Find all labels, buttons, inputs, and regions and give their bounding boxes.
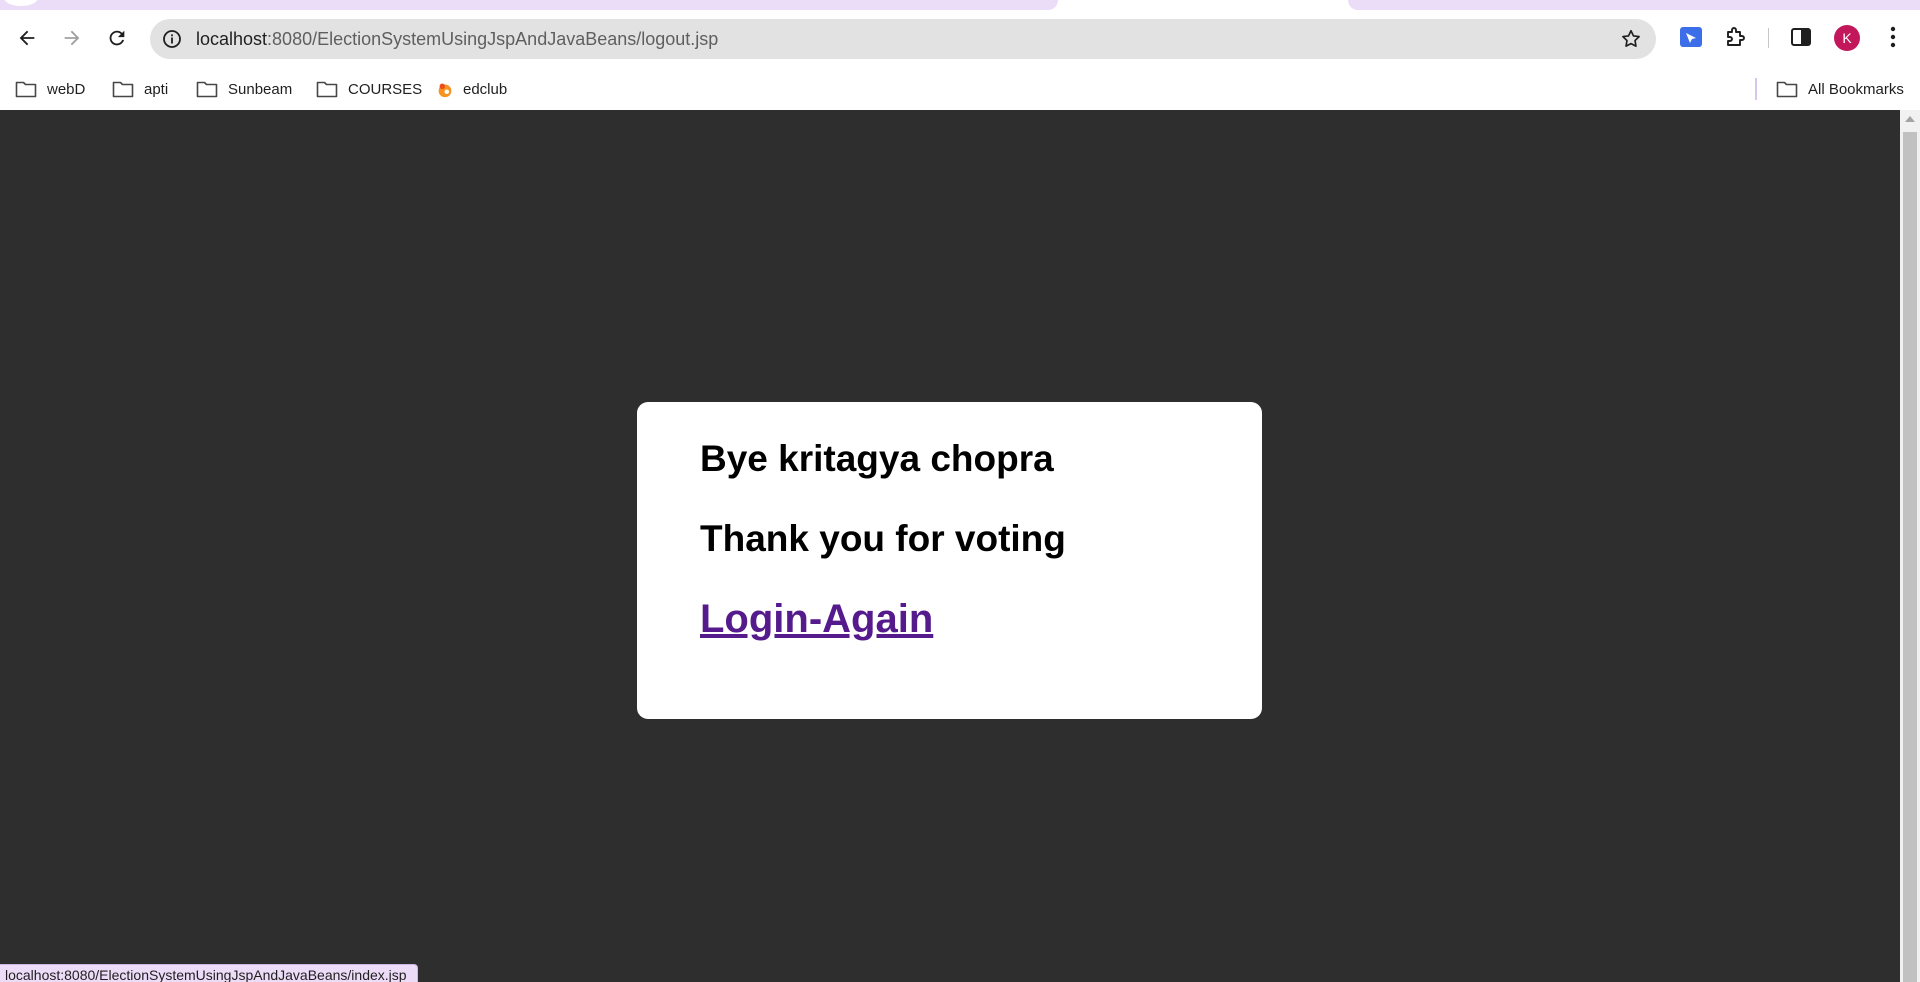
logout-card: Bye kritagya chopra Thank you for voting… <box>637 402 1262 719</box>
bookmark-label: Sunbeam <box>228 80 293 98</box>
folder-icon <box>15 81 37 98</box>
side-panel-icon[interactable] <box>1786 22 1816 52</box>
login-again-link[interactable]: Login-Again <box>700 597 933 642</box>
forward-button[interactable] <box>54 20 90 56</box>
bookmark-label: apti <box>144 80 169 98</box>
folder-icon <box>1776 81 1798 98</box>
bookmark-label: edclub <box>463 80 508 98</box>
bookmark-label: COURSES <box>348 80 423 98</box>
folder-icon <box>316 81 338 98</box>
reload-button[interactable] <box>99 20 135 56</box>
address-bar[interactable]: localhost:8080/ElectionSystemUsingJspAnd… <box>150 19 1656 59</box>
bookmark-label: webD <box>47 80 86 98</box>
all-bookmarks-folder[interactable]: All Bookmarks <box>1776 75 1904 103</box>
link-status-bubble: localhost:8080/ElectionSystemUsingJspAnd… <box>0 964 418 982</box>
profile-avatar[interactable]: K <box>1834 25 1860 51</box>
forward-arrow-icon <box>64 30 80 46</box>
inactive-tab-area-left[interactable] <box>0 0 1058 10</box>
page-body: Bye kritagya chopra Thank you for voting… <box>0 110 1900 982</box>
bookmark-folder-sunbeam[interactable]: Sunbeam <box>196 75 292 103</box>
url-text[interactable]: localhost:8080/ElectionSystemUsingJspAnd… <box>196 29 718 50</box>
bookmark-edclub[interactable]: edclub <box>435 75 507 103</box>
url-host: localhost <box>196 29 268 49</box>
browser-toolbar: localhost:8080/ElectionSystemUsingJspAnd… <box>0 10 1920 68</box>
scroll-up-arrow-icon[interactable] <box>1905 116 1915 122</box>
edclub-favicon-icon <box>438 83 452 98</box>
toolbar-divider <box>1768 28 1769 48</box>
thank-you-message: Thank you for voting <box>700 518 1066 559</box>
all-bookmarks-label: All Bookmarks <box>1808 80 1904 98</box>
vertical-scrollbar[interactable] <box>1900 110 1920 982</box>
inactive-tab-area-right[interactable] <box>1348 0 1920 10</box>
scroll-thumb[interactable] <box>1903 132 1917 982</box>
bookmark-folder-apti[interactable]: apti <box>112 75 168 103</box>
bookmarks-bar: webD apti Sunbeam COURSES edclub All Boo… <box>0 68 1920 110</box>
menu-kebab-icon[interactable] <box>1878 22 1908 52</box>
reload-icon <box>109 30 125 46</box>
bookmark-folder-courses[interactable]: COURSES <box>316 75 422 103</box>
folder-icon <box>196 81 218 98</box>
bookmarks-divider <box>1755 78 1757 100</box>
back-button[interactable] <box>9 20 45 56</box>
url-path: :8080/ElectionSystemUsingJspAndJavaBeans… <box>267 29 719 49</box>
tab-strip <box>0 0 1920 10</box>
cast-extension-icon[interactable] <box>1676 22 1706 52</box>
extensions-puzzle-icon[interactable] <box>1720 22 1750 52</box>
back-arrow-icon <box>19 30 35 46</box>
folder-icon <box>112 81 134 98</box>
bookmark-folder-webd[interactable]: webD <box>15 75 85 103</box>
bye-message: Bye kritagya chopra <box>700 438 1054 479</box>
site-info-icon[interactable] <box>160 27 184 51</box>
bookmark-star-icon[interactable] <box>1618 26 1644 52</box>
